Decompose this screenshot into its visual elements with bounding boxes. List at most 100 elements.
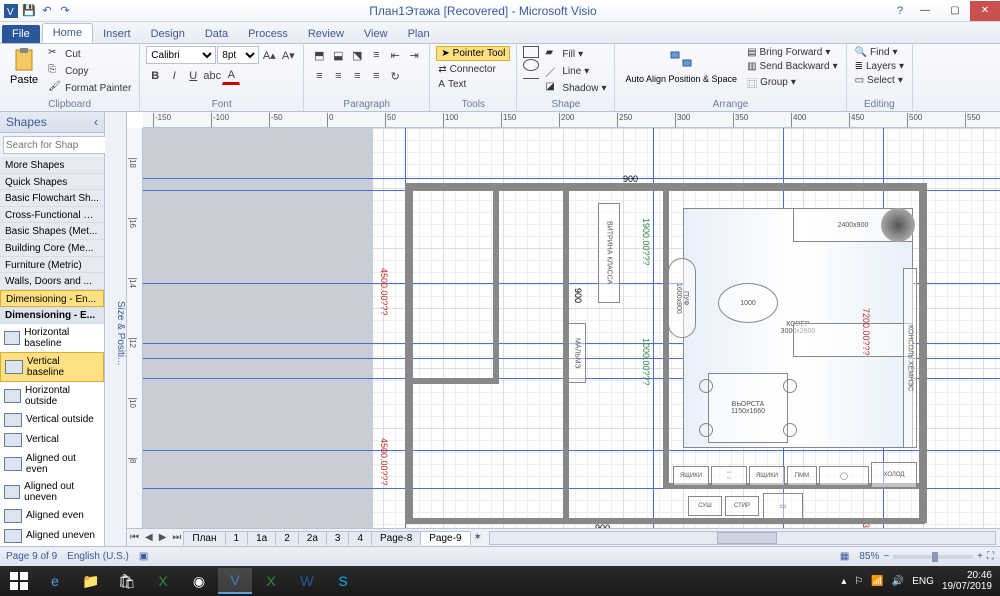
align-top-icon[interactable]: ⬒: [310, 46, 328, 64]
align-center-icon[interactable]: ≡: [329, 67, 347, 85]
taskbar-chrome[interactable]: ◉: [182, 568, 216, 594]
page-tab[interactable]: План: [183, 531, 225, 545]
help-icon[interactable]: ?: [890, 5, 910, 17]
taskbar-skype[interactable]: S: [326, 568, 360, 594]
h-scrollbar[interactable]: [489, 531, 996, 545]
stencil-furniture[interactable]: Furniture (Metric): [0, 257, 104, 274]
tab-process[interactable]: Process: [238, 25, 298, 43]
select-button[interactable]: ▭Select ▾: [853, 74, 905, 87]
tab-review[interactable]: Review: [298, 25, 354, 43]
page-last-icon[interactable]: ⏭: [169, 532, 184, 543]
save-icon[interactable]: 💾: [22, 4, 36, 18]
taskbar-explorer[interactable]: 📁: [74, 568, 108, 594]
page-first-icon[interactable]: ⏮: [127, 532, 142, 543]
copy-button[interactable]: ⎘Copy: [46, 63, 133, 79]
taskbar-excel2[interactable]: X: [254, 568, 288, 594]
redo-icon[interactable]: ↷: [58, 4, 72, 18]
fill-button[interactable]: ▰Fill ▾: [543, 46, 608, 62]
cut-button[interactable]: ✂Cut: [46, 46, 133, 62]
connector-button[interactable]: ⇄Connector: [436, 63, 498, 76]
macro-record-icon[interactable]: ▣: [139, 551, 148, 562]
shape-h-outside[interactable]: Horizontal outside: [0, 382, 104, 410]
stencil-walls[interactable]: Walls, Doors and ...: [0, 273, 104, 290]
shape-aligned-out-uneven[interactable]: Aligned out uneven: [0, 478, 104, 506]
italic-button[interactable]: I: [165, 67, 183, 85]
shape-v-baseline[interactable]: Vertical baseline: [0, 352, 104, 382]
stencil-dimensioning[interactable]: Dimensioning - En...: [0, 290, 104, 308]
tray-network-icon[interactable]: 📶: [871, 576, 883, 587]
align-middle-icon[interactable]: ⬓: [329, 46, 347, 64]
stencil-more[interactable]: More Shapes: [0, 157, 104, 174]
tab-data[interactable]: Data: [195, 25, 238, 43]
zoom-out-icon[interactable]: −: [883, 551, 889, 562]
auto-align-button[interactable]: Auto Align Position & Space: [621, 46, 741, 86]
stencil-basic[interactable]: Basic Shapes (Met...: [0, 223, 104, 240]
bring-forward-button[interactable]: ▤Bring Forward ▾: [745, 46, 840, 59]
stencil-active-header[interactable]: Dimensioning - E...: [0, 307, 104, 324]
stencil-quick[interactable]: Quick Shapes: [0, 174, 104, 191]
bullets-icon[interactable]: ≡: [367, 46, 385, 64]
grow-font-icon[interactable]: A▴: [260, 46, 278, 64]
layers-button[interactable]: ≣Layers ▾: [853, 60, 906, 73]
rotate-icon[interactable]: ↻: [386, 67, 404, 85]
rect-shape-icon[interactable]: [523, 46, 539, 58]
font-color-button[interactable]: A: [222, 67, 240, 85]
maximize-button[interactable]: ▢: [940, 1, 970, 21]
text-tool-button[interactable]: AText: [436, 78, 468, 91]
taskbar-word[interactable]: W: [290, 568, 324, 594]
align-bottom-icon[interactable]: ⬔: [348, 46, 366, 64]
strike-button[interactable]: abc: [203, 67, 221, 85]
page-add-icon[interactable]: ✶: [471, 532, 485, 543]
taskbar-store[interactable]: 🛍: [110, 568, 144, 594]
shape-h-baseline[interactable]: Horizontal baseline: [0, 324, 104, 352]
stencil-crossfunc[interactable]: Cross-Functional Fl...: [0, 207, 104, 224]
page-tab[interactable]: Page-8: [371, 531, 421, 545]
shape-aligned-even[interactable]: Aligned even: [0, 506, 104, 526]
page-tab[interactable]: 2: [275, 531, 299, 545]
send-backward-button[interactable]: ▥Send Backward ▾: [745, 60, 840, 73]
stencil-building[interactable]: Building Core (Me...: [0, 240, 104, 257]
align-right-icon[interactable]: ≡: [348, 67, 366, 85]
tray-lang[interactable]: ENG: [912, 576, 934, 587]
shape-vertical[interactable]: Vertical: [0, 430, 104, 450]
shape-aligned-uneven[interactable]: Aligned uneven: [0, 526, 104, 546]
tray-flag-icon[interactable]: ⚐: [854, 576, 863, 587]
stencil-flowchart[interactable]: Basic Flowchart Sh...: [0, 190, 104, 207]
page-next-icon[interactable]: ▶: [156, 532, 170, 543]
line-button[interactable]: ／Line ▾: [543, 63, 608, 79]
page-prev-icon[interactable]: ◀: [142, 532, 156, 543]
find-button[interactable]: 🔍Find ▾: [853, 46, 900, 59]
page-tab[interactable]: 2a: [298, 531, 327, 545]
tray-up-icon[interactable]: ▴: [841, 576, 846, 587]
pointer-tool-button[interactable]: ➤Pointer Tool: [436, 46, 510, 61]
font-size-select[interactable]: 8pt: [217, 46, 259, 64]
shrink-font-icon[interactable]: A▾: [279, 46, 297, 64]
minimize-button[interactable]: —: [910, 1, 940, 21]
taskbar-visio[interactable]: V: [218, 568, 252, 594]
shapes-collapse-icon[interactable]: ‹: [94, 115, 98, 129]
bold-button[interactable]: B: [146, 67, 164, 85]
line-shape-icon[interactable]: [523, 78, 539, 79]
size-position-pane[interactable]: Size & Positi... No Selection: [105, 112, 127, 546]
tab-home[interactable]: Home: [42, 23, 93, 43]
font-name-select[interactable]: Calibri: [146, 46, 216, 64]
group-button[interactable]: ⿴Group ▾: [745, 74, 840, 91]
justify-icon[interactable]: ≡: [367, 67, 385, 85]
tray-volume-icon[interactable]: 🔊: [892, 576, 904, 587]
start-button[interactable]: [2, 568, 36, 594]
tray-clock[interactable]: 20:4619/07/2019: [942, 570, 992, 592]
zoom-slider[interactable]: [893, 555, 973, 559]
fit-page-icon[interactable]: ⛶: [987, 551, 994, 562]
tab-view[interactable]: View: [354, 25, 398, 43]
page-tab[interactable]: 1: [225, 531, 249, 545]
format-painter-button[interactable]: 🖌Format Painter: [46, 80, 133, 96]
view-normal-icon[interactable]: ▦: [840, 551, 849, 562]
paste-button[interactable]: Paste: [6, 46, 42, 88]
close-button[interactable]: ✕: [970, 1, 1000, 21]
tab-plan[interactable]: Plan: [398, 25, 440, 43]
taskbar-excel[interactable]: X: [146, 568, 180, 594]
taskbar-ie[interactable]: e: [38, 568, 72, 594]
indent-dec-icon[interactable]: ⇤: [386, 46, 404, 64]
drawing-canvas[interactable]: КОВЕР 3000x2600 ПУФ 1600x800 1000 ВЬОРСТ…: [143, 128, 1000, 528]
tab-insert[interactable]: Insert: [93, 25, 141, 43]
